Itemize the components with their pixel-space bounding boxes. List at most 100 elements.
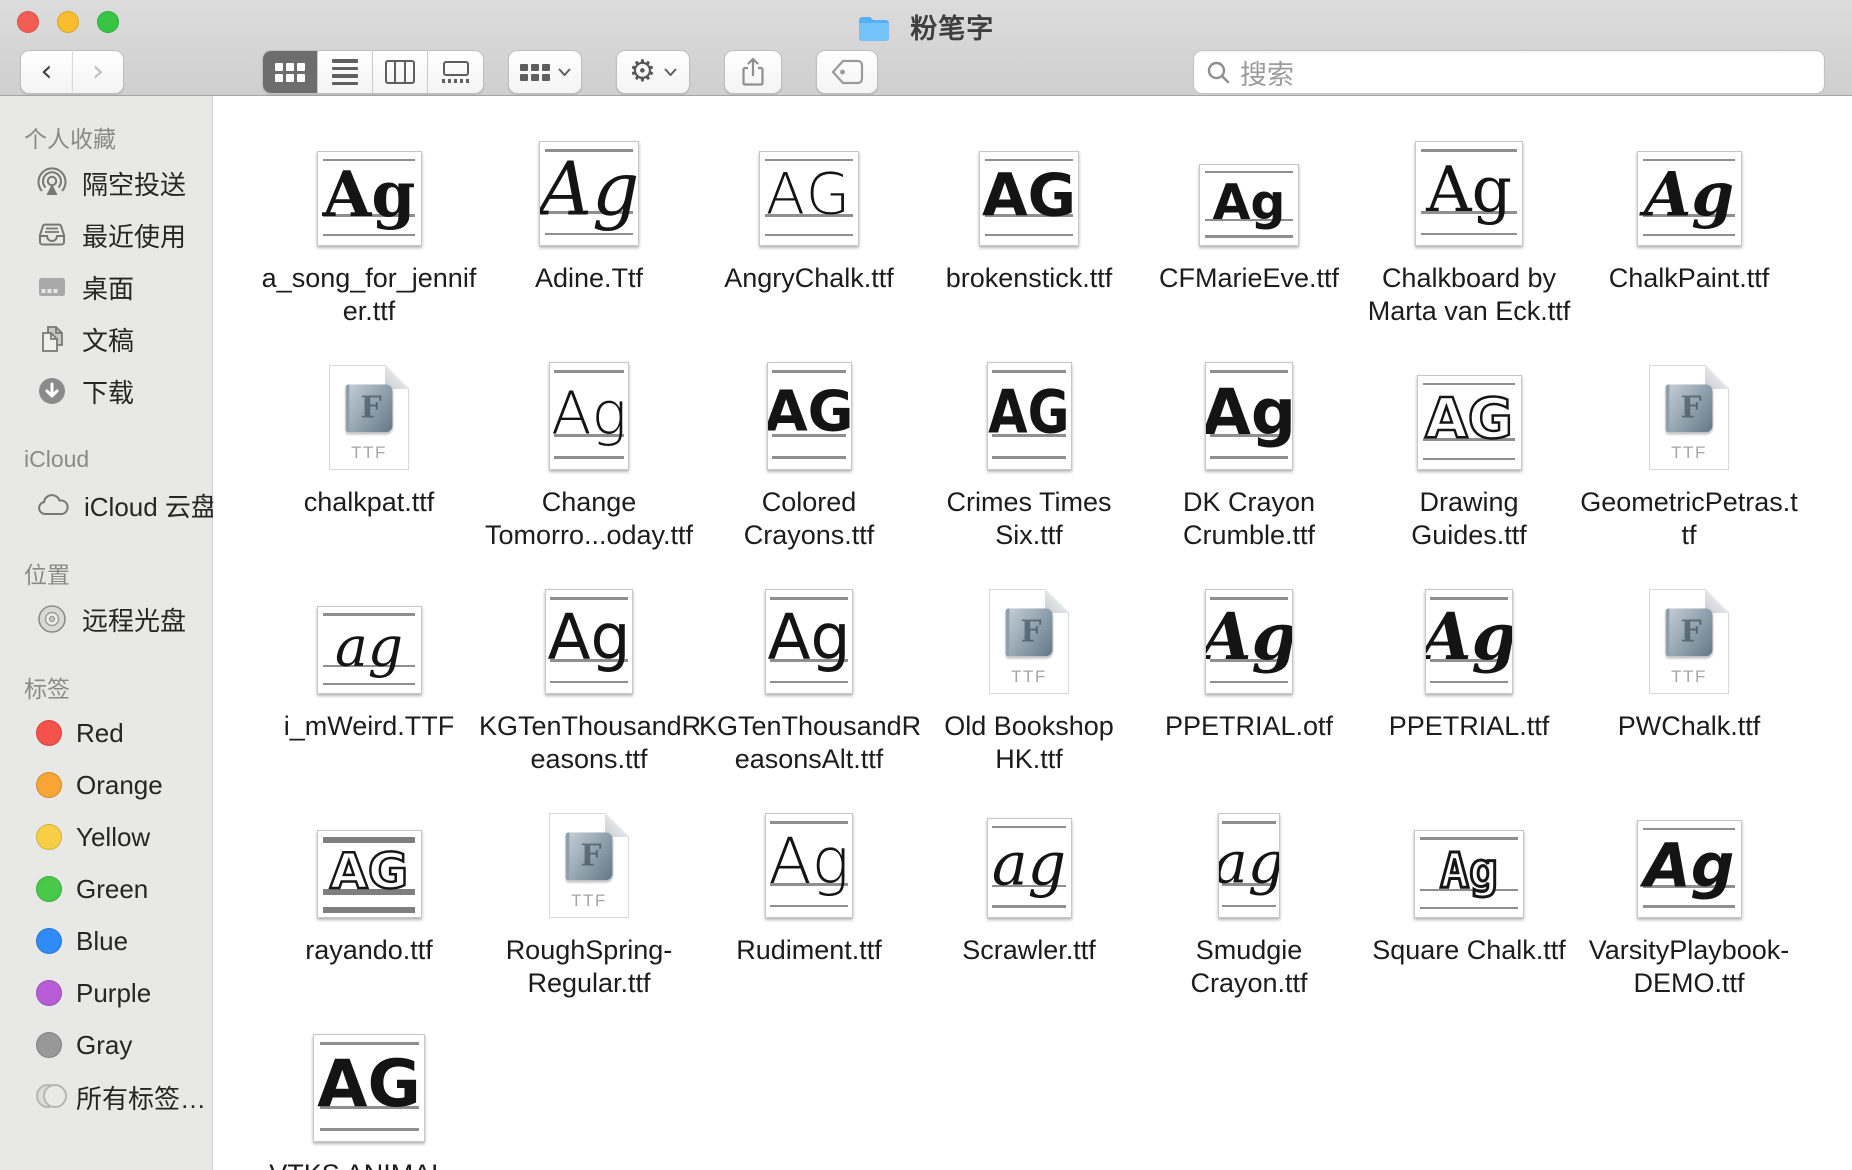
file-item[interactable]: AgChalkPaint.ttf	[1579, 128, 1799, 295]
list-view-button[interactable]	[318, 51, 373, 93]
sidebar-item-label: 最近使用	[82, 217, 186, 254]
font-preview-icon: Ag	[765, 589, 853, 694]
file-item[interactable]: AgKGTenThousandReasonsAlt.ttf	[699, 576, 919, 776]
list-view-icon	[332, 59, 358, 85]
file-item[interactable]: AGbrokenstick.ttf	[919, 128, 1139, 295]
sidebar-item-airdrop[interactable]: 隔空投送	[0, 157, 212, 209]
share-button[interactable]	[724, 50, 782, 94]
red-tag-dot	[36, 720, 62, 746]
font-preview-icon: Ag	[765, 813, 853, 918]
action-button[interactable]: ⚙	[616, 50, 690, 94]
all-tags-icon	[36, 1084, 62, 1110]
sidebar-item-tag-blue[interactable]: Blue	[0, 915, 212, 967]
font-preview-icon: Ag	[1199, 164, 1299, 246]
guide-line	[770, 905, 847, 908]
sidebar-item-icloud-drive[interactable]: iCloud 云盘	[0, 479, 212, 531]
file-item[interactable]: FTTFOld BookshopHK.ttf	[919, 576, 1139, 776]
sidebar-item-tag-green[interactable]: Green	[0, 863, 212, 915]
file-name: ChangeTomorro...oday.ttf	[479, 486, 699, 552]
file-item[interactable]: FTTFRoughSpring-Regular.ttf	[479, 800, 699, 1000]
guide-line	[770, 681, 847, 684]
group-button[interactable]	[508, 50, 582, 94]
airdrop-icon	[36, 167, 68, 199]
sidebar-item-label: iCloud 云盘	[84, 487, 217, 524]
guide-line	[765, 234, 853, 237]
file-item[interactable]: Ag Rudiment.ttf	[699, 800, 919, 967]
font-book-glyph: F	[566, 833, 613, 880]
guide-line	[1643, 905, 1736, 908]
preview-glyph: AG	[766, 167, 852, 224]
preview-glyph: Ag	[1213, 178, 1286, 227]
file-item[interactable]: FTTFchalkpat.ttf	[259, 352, 479, 519]
file-item[interactable]: FTTFPWChalk.ttf	[1579, 576, 1799, 743]
file-ext-badge: TTF	[990, 667, 1068, 687]
file-item[interactable]: AGCrimes TimesSix.ttf	[919, 352, 1139, 552]
file-item[interactable]: AGAngryChalk.ttf	[699, 128, 919, 295]
file-item[interactable]: AgChalkboard byMarta van Eck.ttf	[1359, 128, 1579, 328]
preview-glyph: Ag	[1425, 605, 1513, 670]
sidebar-item-all-tags[interactable]: 所有标签…	[0, 1071, 212, 1123]
file-item[interactable]: AGrayando.ttf	[259, 800, 479, 967]
file-item[interactable]: AGColoredCrayons.ttf	[699, 352, 919, 552]
file-item[interactable]: AGVTKS ANIMAL...	[259, 1024, 479, 1170]
file-item[interactable]: FTTFGeometricPetras.ttf	[1579, 352, 1799, 552]
sidebar-item-tag-yellow[interactable]: Yellow	[0, 811, 212, 863]
font-preview-icon: Ag	[1205, 362, 1293, 470]
file-item[interactable]: AgAdine.Ttf	[479, 128, 699, 295]
sidebar-item-documents[interactable]: 文稿	[0, 313, 212, 365]
sidebar-section-locations: 位置	[0, 553, 212, 593]
file-item[interactable]: agSmudgieCrayon.ttf	[1139, 800, 1359, 1000]
column-view-button[interactable]	[373, 51, 428, 93]
yellow-tag-dot	[36, 824, 62, 850]
file-name: Rudiment.ttf	[699, 934, 919, 967]
sidebar-item-tag-purple[interactable]: Purple	[0, 967, 212, 1019]
file-item[interactable]: AGDrawingGuides.ttf	[1359, 352, 1579, 552]
ttf-file-icon: F TTF	[989, 589, 1069, 694]
sidebar-item-tag-gray[interactable]: Gray	[0, 1019, 212, 1071]
green-tag-dot	[36, 876, 62, 902]
gear-icon: ⚙	[629, 57, 656, 87]
gallery-view-button[interactable]	[428, 51, 483, 93]
sidebar-item-tag-orange[interactable]: Orange	[0, 759, 212, 811]
sidebar-item-recents[interactable]: 最近使用	[0, 209, 212, 261]
sidebar-item-remote-disc[interactable]: 远程光盘	[0, 593, 212, 645]
font-book-glyph: F	[1666, 609, 1713, 656]
guide-line	[1421, 233, 1516, 236]
file-item[interactable]: AgVarsityPlaybook-DEMO.ttf	[1579, 800, 1799, 1000]
sidebar-section-tags: 标签	[0, 667, 212, 707]
file-item[interactable]: AgCFMarieEve.ttf	[1139, 128, 1359, 295]
back-button[interactable]: ‹	[20, 50, 72, 94]
font-preview-icon: AG	[317, 830, 422, 918]
file-item[interactable]: Aga_song_for_jennifer.ttf	[259, 128, 479, 328]
forward-button[interactable]: ›	[72, 50, 124, 94]
sidebar-item-label: Orange	[76, 770, 163, 801]
file-item[interactable]: AgDK CrayonCrumble.ttf	[1139, 352, 1359, 552]
font-book-glyph: F	[1006, 609, 1053, 656]
guide-line	[772, 370, 847, 373]
sidebar-item-tag-red[interactable]: Red	[0, 707, 212, 759]
guide-line	[992, 905, 1067, 908]
file-item[interactable]: AgPPETRIAL.otf	[1139, 576, 1359, 743]
font-preview-icon: Ag	[1414, 830, 1524, 918]
file-item[interactable]: agScrawler.ttf	[919, 800, 1139, 967]
guide-line	[1210, 681, 1287, 684]
file-item[interactable]: AgChangeTomorro...oday.ttf	[479, 352, 699, 552]
file-item[interactable]: AgPPETRIAL.ttf	[1359, 576, 1579, 743]
file-name: i_mWeird.TTF	[259, 710, 479, 743]
column-view-icon	[385, 60, 415, 84]
file-item[interactable]: agi_mWeird.TTF	[259, 576, 479, 743]
sidebar-item-label: Blue	[76, 926, 128, 957]
file-item[interactable]: AgSquare Chalk.ttf	[1359, 800, 1579, 967]
guide-line	[554, 456, 624, 459]
disc-icon	[36, 603, 68, 635]
tag-button[interactable]	[816, 50, 878, 94]
sidebar-item-label: 文稿	[82, 321, 134, 358]
file-name: brokenstick.ttf	[919, 262, 1139, 295]
sidebar-item-desktop[interactable]: 桌面	[0, 261, 212, 313]
font-preview-icon: Ag	[1637, 151, 1742, 246]
file-item[interactable]: AgKGTenThousandReasons.ttf	[479, 576, 699, 776]
file-name: PWChalk.ttf	[1579, 710, 1799, 743]
search-field[interactable]: 搜索	[1193, 50, 1825, 94]
icon-view-button[interactable]	[263, 51, 318, 93]
sidebar-item-downloads[interactable]: 下载	[0, 365, 212, 417]
